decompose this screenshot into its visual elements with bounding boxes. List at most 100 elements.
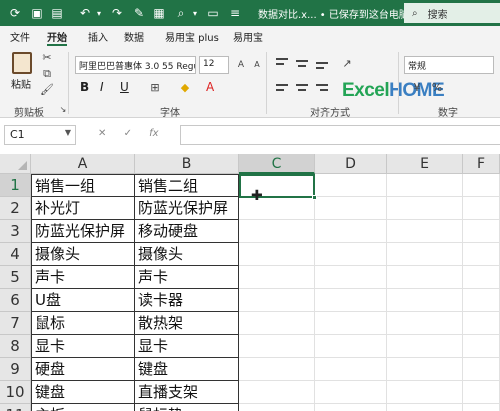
tab-file[interactable]: 文件: [10, 29, 30, 44]
column-header-d[interactable]: D: [315, 154, 387, 174]
redo-icon[interactable]: ↷: [110, 4, 124, 22]
column-header-b[interactable]: B: [135, 154, 239, 174]
cell-d9[interactable]: [315, 358, 387, 381]
column-header-a[interactable]: A: [31, 154, 135, 174]
name-box[interactable]: C1 ▼: [4, 125, 76, 145]
italic-button[interactable]: I: [100, 80, 104, 94]
cell-f4[interactable]: [463, 243, 500, 266]
copy-icon[interactable]: ⧉: [40, 68, 54, 80]
decrease-font-icon[interactable]: A: [250, 59, 264, 71]
cell-b1[interactable]: 销售二组: [135, 174, 239, 197]
cell-d10[interactable]: [315, 381, 387, 404]
worksheet-grid[interactable]: A B C D E F 1 销售一组 销售二组 2 补光灯 防蓝光保护屏 3 防蓝光保护屏 移动…: [0, 154, 500, 411]
cell-a6[interactable]: U盘: [31, 289, 135, 312]
table-icon[interactable]: ▦: [152, 4, 166, 22]
orientation-icon[interactable]: ↗: [340, 58, 354, 70]
column-header-c[interactable]: C: [239, 154, 315, 174]
cell-f8[interactable]: [463, 335, 500, 358]
percent-icon[interactable]: %: [430, 82, 444, 94]
row-header-5[interactable]: 5: [0, 266, 31, 289]
row-header-6[interactable]: 6: [0, 289, 31, 312]
cell-d6[interactable]: [315, 289, 387, 312]
file-icon[interactable]: ▤: [50, 4, 64, 22]
cell-f9[interactable]: [463, 358, 500, 381]
cell-e11[interactable]: [387, 404, 463, 411]
tab-data[interactable]: 数据: [124, 29, 144, 44]
cell-e10[interactable]: [387, 381, 463, 404]
cell-a1[interactable]: 销售一组: [31, 174, 135, 197]
column-header-e[interactable]: E: [387, 154, 463, 174]
tab-yiyongbao[interactable]: 易用宝: [233, 29, 263, 44]
cell-c10[interactable]: [239, 381, 315, 404]
cell-c3[interactable]: [239, 220, 315, 243]
cell-d11[interactable]: [315, 404, 387, 411]
cell-e6[interactable]: [387, 289, 463, 312]
cell-d4[interactable]: [315, 243, 387, 266]
fill-color-icon[interactable]: ◆: [178, 82, 192, 94]
row-header-7[interactable]: 7: [0, 312, 31, 335]
column-header-f[interactable]: F: [463, 154, 500, 174]
cell-d8[interactable]: [315, 335, 387, 358]
font-name-select[interactable]: 阿里巴巴普惠体 3.0 55 Regu: [75, 56, 196, 74]
row-header-4[interactable]: 4: [0, 243, 31, 266]
cell-c11[interactable]: [239, 404, 315, 411]
cell-a9[interactable]: 硬盘: [31, 358, 135, 381]
formula-input[interactable]: [180, 125, 500, 145]
undo-dropdown-icon[interactable]: ▾: [94, 4, 104, 22]
row-header-10[interactable]: 10: [0, 381, 31, 404]
cell-f2[interactable]: [463, 197, 500, 220]
fill-handle[interactable]: [312, 195, 317, 200]
tab-home[interactable]: 开始: [47, 29, 67, 44]
cell-a11[interactable]: 主板: [31, 404, 135, 411]
cell-a3[interactable]: 防蓝光保护屏: [31, 220, 135, 243]
cell-c8[interactable]: [239, 335, 315, 358]
chevron-down-icon[interactable]: ▼: [65, 128, 71, 137]
search-box[interactable]: ⌕ 搜索: [404, 3, 500, 23]
cell-b2[interactable]: 防蓝光保护屏: [135, 197, 239, 220]
cell-f7[interactable]: [463, 312, 500, 335]
cell-f10[interactable]: [463, 381, 500, 404]
cell-a2[interactable]: 补光灯: [31, 197, 135, 220]
cell-e2[interactable]: [387, 197, 463, 220]
cell-c5[interactable]: [239, 266, 315, 289]
cell-e5[interactable]: [387, 266, 463, 289]
screen-icon[interactable]: ▭: [206, 4, 220, 22]
cell-b4[interactable]: 摄像头: [135, 243, 239, 266]
paste-button[interactable]: 粘贴: [11, 76, 31, 91]
cell-b10[interactable]: 直播支架: [135, 381, 239, 404]
cell-e4[interactable]: [387, 243, 463, 266]
cell-e8[interactable]: [387, 335, 463, 358]
cell-e3[interactable]: [387, 220, 463, 243]
find-icon[interactable]: ⌕: [174, 4, 188, 22]
cell-b8[interactable]: 显卡: [135, 335, 239, 358]
borders-icon[interactable]: ⊞: [148, 82, 162, 94]
autosave-icon[interactable]: ⟳: [8, 4, 22, 22]
font-color-button[interactable]: A: [206, 80, 214, 94]
cell-f1[interactable]: [463, 174, 500, 197]
format-painter-icon[interactable]: ✎: [132, 4, 146, 22]
cell-c7[interactable]: [239, 312, 315, 335]
cell-e1[interactable]: [387, 174, 463, 197]
cell-d1[interactable]: [315, 174, 387, 197]
row-header-2[interactable]: 2: [0, 197, 31, 220]
cell-e9[interactable]: [387, 358, 463, 381]
cell-a10[interactable]: 键盘: [31, 381, 135, 404]
row-header-1[interactable]: 1: [0, 174, 31, 197]
tab-insert[interactable]: 插入: [88, 29, 108, 44]
cell-b11[interactable]: 鼠标垫: [135, 404, 239, 411]
cell-f5[interactable]: [463, 266, 500, 289]
cell-b7[interactable]: 散热架: [135, 312, 239, 335]
row-header-9[interactable]: 9: [0, 358, 31, 381]
underline-button[interactable]: U: [120, 80, 129, 94]
cell-d5[interactable]: [315, 266, 387, 289]
more-commands-icon[interactable]: ≡: [228, 4, 242, 22]
cell-b3[interactable]: 移动硬盘: [135, 220, 239, 243]
row-header-11[interactable]: 11: [0, 404, 31, 411]
row-header-8[interactable]: 8: [0, 335, 31, 358]
paste-icon[interactable]: [12, 52, 32, 74]
cell-e7[interactable]: [387, 312, 463, 335]
cell-c9[interactable]: [239, 358, 315, 381]
bold-button[interactable]: B: [80, 80, 89, 94]
currency-icon[interactable]: ¥: [410, 82, 424, 94]
cell-f6[interactable]: [463, 289, 500, 312]
